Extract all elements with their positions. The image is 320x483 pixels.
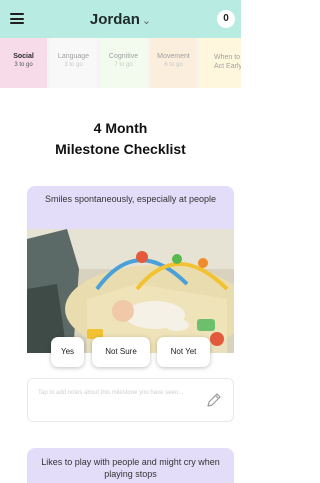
tab-act-early[interactable]: When to Act Early (200, 38, 241, 88)
milestone-photo (27, 229, 234, 353)
child-selector[interactable]: Jordan ⌄ (0, 11, 241, 28)
tab-movement[interactable]: Movement 6 to go (150, 38, 197, 88)
tab-label: When to Act Early (214, 54, 241, 70)
tab-remaining: 6 to go (164, 62, 183, 68)
tab-social[interactable]: Social 3 to go (0, 38, 47, 88)
milestone-question: Smiles spontaneously, especially at peop… (27, 186, 234, 230)
pencil-icon[interactable] (205, 391, 223, 409)
chevron-down-icon: ⌄ (141, 15, 152, 27)
title-line-2: Milestone Checklist (55, 141, 186, 157)
title-line-1: 4 Month (93, 120, 148, 136)
notes-placeholder: Tap to add notes about this milestone yo… (38, 390, 184, 396)
tab-label: Movement (157, 53, 190, 60)
answer-not-sure-button[interactable]: Not Sure (92, 337, 150, 367)
answer-not-yet-button[interactable]: Not Yet (157, 337, 210, 367)
answer-yes-button[interactable]: Yes (51, 337, 84, 367)
notification-badge[interactable]: 0 (217, 10, 235, 28)
tab-language[interactable]: Language 3 to go (50, 38, 97, 88)
page-title: 4 Month Milestone Checklist (0, 118, 241, 160)
tab-remaining: 3 to go (14, 62, 33, 68)
tab-label: Language (57, 53, 90, 60)
tab-remaining: 7 to go (114, 62, 133, 68)
child-name-label: Jordan (89, 11, 140, 28)
tab-cognitive[interactable]: Cognitive 7 to go (100, 38, 147, 88)
answer-group: Yes Not Sure Not Yet (0, 337, 241, 367)
category-tabs: Social 3 to go Language 3 to go Cognitiv… (0, 38, 241, 88)
app-header: Jordan ⌄ 0 (0, 0, 241, 38)
tab-label: Cognitive (108, 53, 139, 60)
milestone-question: Likes to play with people and might cry … (27, 448, 234, 483)
tab-remaining: 3 to go (64, 62, 83, 68)
tab-label: Social (13, 53, 34, 60)
notes-field[interactable]: Tap to add notes about this milestone yo… (27, 378, 234, 422)
